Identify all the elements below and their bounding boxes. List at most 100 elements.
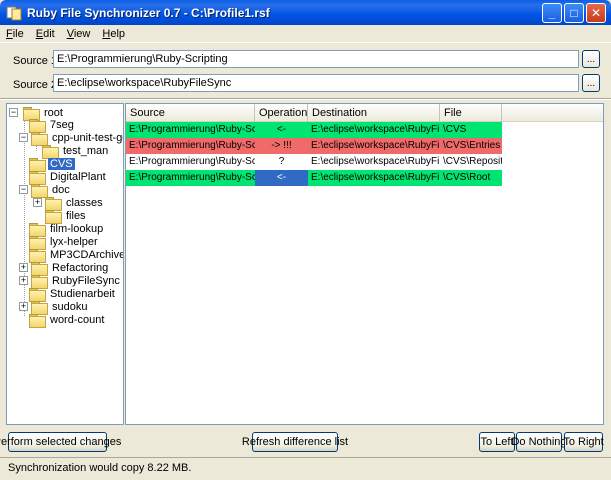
table-row[interactable]: E:\Programmierung\Ruby-Scripting<-E:\ecl… bbox=[126, 170, 603, 186]
divider bbox=[0, 98, 611, 100]
tree-item-digitalplant[interactable]: DigitalPlant bbox=[29, 170, 108, 185]
column-header-destination[interactable]: Destination bbox=[308, 104, 440, 122]
folder-icon bbox=[29, 157, 46, 172]
cell-operation: ? bbox=[255, 154, 308, 170]
maximize-button[interactable]: □ bbox=[564, 3, 584, 23]
tree-item-label: lyx-helper bbox=[50, 235, 98, 248]
refresh-list-button[interactable]: Refresh difference list bbox=[242, 432, 348, 452]
tree-item-label: DigitalPlant bbox=[50, 170, 106, 183]
menu-edit[interactable]: Edit bbox=[36, 28, 55, 40]
close-button[interactable]: ✕ bbox=[586, 3, 606, 23]
to-left-button[interactable]: To Left bbox=[479, 432, 515, 452]
tree-item-rubyfilesync[interactable]: + RubyFileSync bbox=[19, 274, 122, 289]
column-header-operation[interactable]: Operation bbox=[255, 104, 308, 122]
folder-icon bbox=[31, 261, 48, 276]
table-row[interactable]: E:\Programmierung\Ruby-Scripting-> !!!E:… bbox=[126, 138, 603, 154]
expand-icon[interactable]: + bbox=[33, 198, 42, 207]
close-icon: ✕ bbox=[590, 6, 602, 20]
source2-label: Source 2 bbox=[13, 79, 58, 91]
cell-destination: E:\eclipse\workspace\RubyFileSync bbox=[308, 122, 440, 138]
expand-icon[interactable]: + bbox=[19, 276, 28, 285]
source1-browse-button[interactable]: ... bbox=[582, 50, 600, 68]
cell-source: E:\Programmierung\Ruby-Scripting bbox=[126, 170, 255, 186]
folder-icon bbox=[29, 287, 46, 302]
column-header-source[interactable]: Source bbox=[126, 104, 255, 122]
menu-view[interactable]: View bbox=[67, 28, 91, 40]
folder-tree[interactable]: − root 7seg − cpp-unit-test-gen test_man… bbox=[6, 103, 124, 425]
tree-item-label: sudoku bbox=[52, 300, 88, 313]
folder-icon bbox=[29, 170, 46, 185]
tree-item-lyx-helper[interactable]: lyx-helper bbox=[29, 235, 100, 250]
folder-icon bbox=[31, 131, 48, 146]
tree-item-refactoring[interactable]: + Refactoring bbox=[19, 261, 110, 276]
table-row[interactable]: E:\Programmierung\Ruby-Scripting?E:\ecli… bbox=[126, 154, 603, 170]
list-header: Source Operation Destination File bbox=[126, 104, 603, 122]
expand-icon[interactable]: + bbox=[19, 263, 28, 272]
tree-item-label: RubyFileSync bbox=[52, 274, 120, 287]
tree-item-film-lookup[interactable]: film-lookup bbox=[29, 222, 105, 237]
title-bar[interactable]: Ruby File Synchronizer 0.7 - C:\Profile1… bbox=[0, 0, 611, 25]
tree-item-label: root bbox=[44, 106, 63, 119]
tree-item-label: files bbox=[66, 209, 86, 222]
cell-destination: E:\eclipse\workspace\RubyFileSync bbox=[308, 170, 440, 186]
collapse-icon[interactable]: − bbox=[9, 108, 18, 117]
tree-item-test-man[interactable]: test_man bbox=[42, 144, 110, 159]
tree-item-classes[interactable]: + classes bbox=[33, 196, 105, 211]
tree-item-label: classes bbox=[66, 196, 103, 209]
perform-changes-button[interactable]: Perform selected changes bbox=[0, 432, 121, 452]
collapse-icon[interactable]: − bbox=[19, 133, 28, 142]
cell-source: E:\Programmierung\Ruby-Scripting bbox=[126, 154, 255, 170]
cell-destination: E:\eclipse\workspace\RubyFileSync bbox=[308, 138, 440, 154]
folder-icon bbox=[29, 222, 46, 237]
tree-item-word-count[interactable]: word-count bbox=[29, 313, 106, 328]
folder-icon bbox=[31, 183, 48, 198]
tree-item-cvs[interactable]: CVS bbox=[29, 157, 75, 172]
tree-item-files[interactable]: files bbox=[45, 209, 88, 224]
maximize-icon: □ bbox=[570, 6, 578, 20]
source2-field[interactable]: E:\eclipse\workspace\RubyFileSync bbox=[53, 74, 579, 92]
menu-help[interactable]: Help bbox=[102, 28, 125, 40]
folder-icon bbox=[45, 209, 62, 224]
tree-item-label: doc bbox=[52, 183, 70, 196]
minimize-button[interactable]: _ bbox=[542, 3, 562, 23]
window-title: Ruby File Synchronizer 0.7 - C:\Profile1… bbox=[27, 5, 270, 20]
cell-destination: E:\eclipse\workspace\RubyFileSync bbox=[308, 154, 440, 170]
cell-file: \CVS\Entries bbox=[440, 138, 502, 154]
tree-item-label: film-lookup bbox=[50, 222, 104, 235]
folder-icon bbox=[23, 106, 40, 121]
cell-file: \CVS\Root bbox=[440, 170, 502, 186]
tree-item-cpp-unit-test-gen[interactable]: − cpp-unit-test-gen bbox=[19, 131, 123, 146]
status-bar: Synchronization would copy 8.22 MB. bbox=[0, 457, 611, 480]
tree-item-mp3cdarchiver[interactable]: MP3CDArchiver bbox=[29, 248, 123, 263]
tree-item-label: 7seg bbox=[50, 118, 74, 131]
expand-icon[interactable]: + bbox=[19, 302, 28, 311]
folder-icon bbox=[29, 248, 46, 263]
source1-label: Source 1 bbox=[13, 55, 58, 67]
do-nothing-button[interactable]: Do Nothing bbox=[511, 432, 567, 452]
tree-item-sudoku[interactable]: + sudoku bbox=[19, 300, 89, 315]
cell-operation: <- bbox=[255, 122, 308, 138]
folder-icon bbox=[29, 235, 46, 250]
tree-item-doc[interactable]: − doc bbox=[19, 183, 72, 198]
collapse-icon[interactable]: − bbox=[19, 185, 28, 194]
status-text: Synchronization would copy 8.22 MB. bbox=[8, 462, 192, 474]
folder-icon bbox=[31, 300, 48, 315]
tree-item-label: CVS bbox=[48, 157, 75, 170]
tree-item-studienarbeit[interactable]: Studienarbeit bbox=[29, 287, 117, 302]
source2-browse-button[interactable]: ... bbox=[582, 74, 600, 92]
table-row[interactable]: E:\Programmierung\Ruby-Scripting<-E:\ecl… bbox=[126, 122, 603, 138]
difference-list[interactable]: Source Operation Destination File E:\Pro… bbox=[125, 103, 604, 425]
to-right-button[interactable]: To Right bbox=[563, 432, 604, 452]
cell-file: \CVS\Repository bbox=[440, 154, 502, 170]
menu-file[interactable]: File bbox=[6, 28, 24, 40]
folder-icon bbox=[31, 274, 48, 289]
minimize-icon: _ bbox=[548, 6, 556, 20]
cell-source: E:\Programmierung\Ruby-Scripting bbox=[126, 122, 255, 138]
menu-bar: File Edit View Help bbox=[0, 25, 611, 43]
folder-icon bbox=[29, 118, 46, 133]
folder-icon bbox=[45, 196, 62, 211]
column-header-file[interactable]: File bbox=[440, 104, 502, 122]
cell-source: E:\Programmierung\Ruby-Scripting bbox=[126, 138, 255, 154]
tree-item-7seg[interactable]: 7seg bbox=[29, 118, 76, 133]
source1-field[interactable]: E:\Programmierung\Ruby-Scripting bbox=[53, 50, 579, 68]
